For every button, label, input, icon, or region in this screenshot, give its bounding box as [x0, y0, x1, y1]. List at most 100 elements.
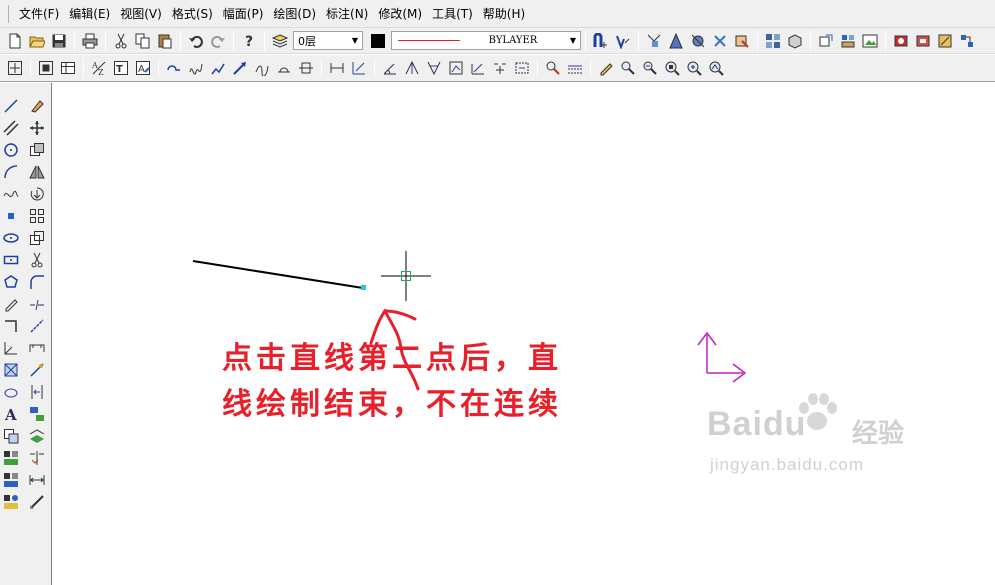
- brush-icon[interactable]: [27, 492, 47, 512]
- redo-icon[interactable]: [208, 31, 228, 51]
- tool-d-icon[interactable]: [957, 31, 977, 51]
- chamfer-icon[interactable]: [27, 338, 47, 358]
- dimension-radius-icon[interactable]: [402, 58, 422, 78]
- line-endpoint-grip[interactable]: [361, 285, 366, 290]
- mirror-icon[interactable]: [27, 162, 47, 182]
- hatch-icon[interactable]: [274, 58, 294, 78]
- print-icon[interactable]: [80, 31, 100, 51]
- tool-c-icon[interactable]: [935, 31, 955, 51]
- cut-icon[interactable]: [111, 31, 131, 51]
- explode-object-icon[interactable]: [27, 360, 47, 380]
- help-icon[interactable]: ?: [239, 31, 259, 51]
- point-filter-icon[interactable]: [666, 31, 686, 51]
- ellipse-icon[interactable]: [1, 228, 21, 248]
- extend-icon[interactable]: [27, 316, 47, 336]
- text-style-icon[interactable]: AZ: [89, 58, 109, 78]
- new-file-icon[interactable]: [5, 31, 25, 51]
- arc-icon[interactable]: [1, 162, 21, 182]
- open-folder-icon[interactable]: [27, 31, 47, 51]
- cloud-icon[interactable]: [1, 382, 21, 402]
- image-icon[interactable]: [860, 31, 880, 51]
- magnify-icon[interactable]: [565, 58, 585, 78]
- dim-style-icon[interactable]: [543, 58, 563, 78]
- attribute-tool-icon[interactable]: [1, 492, 21, 512]
- fillet-icon[interactable]: [27, 272, 47, 292]
- corner-icon[interactable]: [1, 316, 21, 336]
- ordinate-icon[interactable]: [490, 58, 510, 78]
- insert-block-icon[interactable]: [763, 31, 783, 51]
- copy-object-icon[interactable]: [27, 140, 47, 160]
- zoom-prev-icon[interactable]: [662, 58, 682, 78]
- circle-icon[interactable]: [1, 140, 21, 160]
- rectangle-icon[interactable]: [1, 250, 21, 270]
- drawn-line[interactable]: [192, 260, 364, 289]
- text-tool-icon[interactable]: A: [1, 404, 21, 424]
- copy-icon[interactable]: [133, 31, 153, 51]
- curve-icon[interactable]: [186, 58, 206, 78]
- pan-icon[interactable]: [296, 58, 316, 78]
- menu-modify[interactable]: 修改(M): [374, 0, 426, 28]
- line-icon[interactable]: [1, 96, 21, 116]
- zoom-realtime-icon[interactable]: [684, 58, 704, 78]
- spline-icon[interactable]: [252, 58, 272, 78]
- erase-icon[interactable]: [27, 96, 47, 116]
- match-icon[interactable]: [27, 404, 47, 424]
- zoom-out-icon[interactable]: [640, 58, 660, 78]
- tolerance-icon[interactable]: [468, 58, 488, 78]
- dimension-aligned-icon[interactable]: [349, 58, 369, 78]
- menu-file[interactable]: 文件(F): [15, 0, 63, 28]
- line-arc-icon[interactable]: [164, 58, 184, 78]
- layer-tool-icon[interactable]: [1, 426, 21, 446]
- menu-edit[interactable]: 编辑(E): [65, 0, 114, 28]
- align-icon[interactable]: [27, 448, 47, 468]
- group-icon[interactable]: [816, 31, 836, 51]
- menu-layout[interactable]: 幅面(P): [219, 0, 268, 28]
- explode-icon[interactable]: [838, 31, 858, 51]
- clear-icon[interactable]: [710, 31, 730, 51]
- zoom-extents-icon[interactable]: [36, 58, 56, 78]
- text-icon[interactable]: T: [111, 58, 131, 78]
- stretch-icon[interactable]: [27, 382, 47, 402]
- dim-edit-icon[interactable]: [512, 58, 532, 78]
- rotate-icon[interactable]: [27, 184, 47, 204]
- angle-icon[interactable]: [1, 338, 21, 358]
- current-color-swatch[interactable]: [371, 33, 385, 48]
- scale-icon[interactable]: [27, 228, 47, 248]
- pencil-icon[interactable]: [596, 58, 616, 78]
- chevron-down-icon[interactable]: ▼: [348, 32, 362, 49]
- osnap-icon[interactable]: [613, 31, 633, 51]
- layer-manager-icon[interactable]: [270, 31, 290, 51]
- tool-b-icon[interactable]: [913, 31, 933, 51]
- array-icon[interactable]: [27, 206, 47, 226]
- dimension-diameter-icon[interactable]: [424, 58, 444, 78]
- tool-a-icon[interactable]: [891, 31, 911, 51]
- linetype-combo[interactable]: BYLAYER ▼: [391, 31, 581, 50]
- layer-combo[interactable]: 0层 ▼: [293, 31, 363, 50]
- properties-icon[interactable]: [688, 31, 708, 51]
- zoom-window-icon[interactable]: [5, 58, 25, 78]
- zoom-in-icon[interactable]: [618, 58, 638, 78]
- menu-format[interactable]: 格式(S): [168, 0, 217, 28]
- attribute-icon[interactable]: [785, 31, 805, 51]
- measure-icon[interactable]: [644, 31, 664, 51]
- move-icon[interactable]: [27, 118, 47, 138]
- hatch-area-icon[interactable]: [1, 360, 21, 380]
- arrow-icon[interactable]: [230, 58, 250, 78]
- dimension-linear-icon[interactable]: [327, 58, 347, 78]
- table-icon[interactable]: [58, 58, 78, 78]
- menu-help[interactable]: 帮助(H): [479, 0, 529, 28]
- paste-icon[interactable]: [155, 31, 175, 51]
- insert-tool-icon[interactable]: [1, 470, 21, 490]
- undo-icon[interactable]: [186, 31, 206, 51]
- save-icon[interactable]: [49, 31, 69, 51]
- point-icon[interactable]: [1, 206, 21, 226]
- double-line-icon[interactable]: [1, 118, 21, 138]
- block-icon[interactable]: [732, 31, 752, 51]
- menu-view[interactable]: 视图(V): [116, 0, 166, 28]
- drawing-canvas[interactable]: [53, 83, 995, 585]
- dimension-angle-icon[interactable]: [380, 58, 400, 78]
- menu-dimension[interactable]: 标注(N): [322, 0, 372, 28]
- chevron-down-icon[interactable]: ▼: [566, 32, 580, 49]
- block-tool-icon[interactable]: [1, 448, 21, 468]
- polygon-icon[interactable]: [1, 272, 21, 292]
